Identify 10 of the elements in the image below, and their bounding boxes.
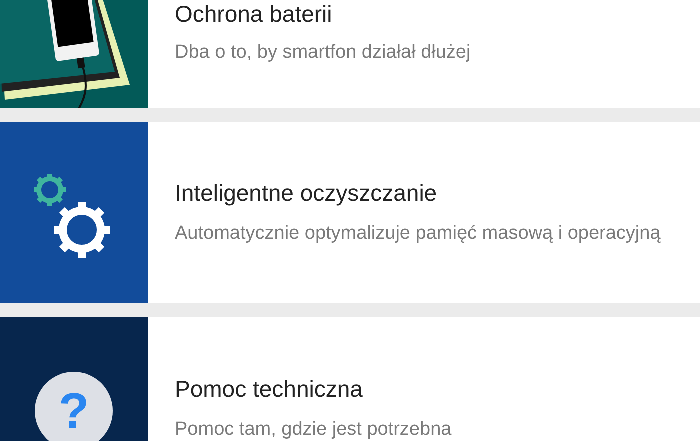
card-subtitle: Dba o to, by smartfon działał dłużej xyxy=(175,41,472,65)
card-subtitle: Automatycznie optymalizuje pamięć masową i operacyjną xyxy=(175,222,662,246)
card-title: Inteligentne oczyszczanie xyxy=(175,178,438,206)
question-mark: ? xyxy=(58,382,90,440)
card-background[interactable]: ? Pomoc techniczna Pomoc tam, gdzie jest potrzebna xyxy=(0,317,700,441)
card-background[interactable]: Inteligentne oczyszczanie Automatycznie optymalizuje pamięć masową i operacyjną xyxy=(0,122,700,303)
card-subtitle: Pomoc tam, gdzie jest potrzebna xyxy=(175,418,453,441)
card-title: Pomoc techniczna xyxy=(175,375,364,403)
card-title: Ochrona baterii xyxy=(175,0,334,28)
card-background[interactable]: Ochrona baterii Dba o to, by smartfon działał dłużej xyxy=(0,0,700,108)
